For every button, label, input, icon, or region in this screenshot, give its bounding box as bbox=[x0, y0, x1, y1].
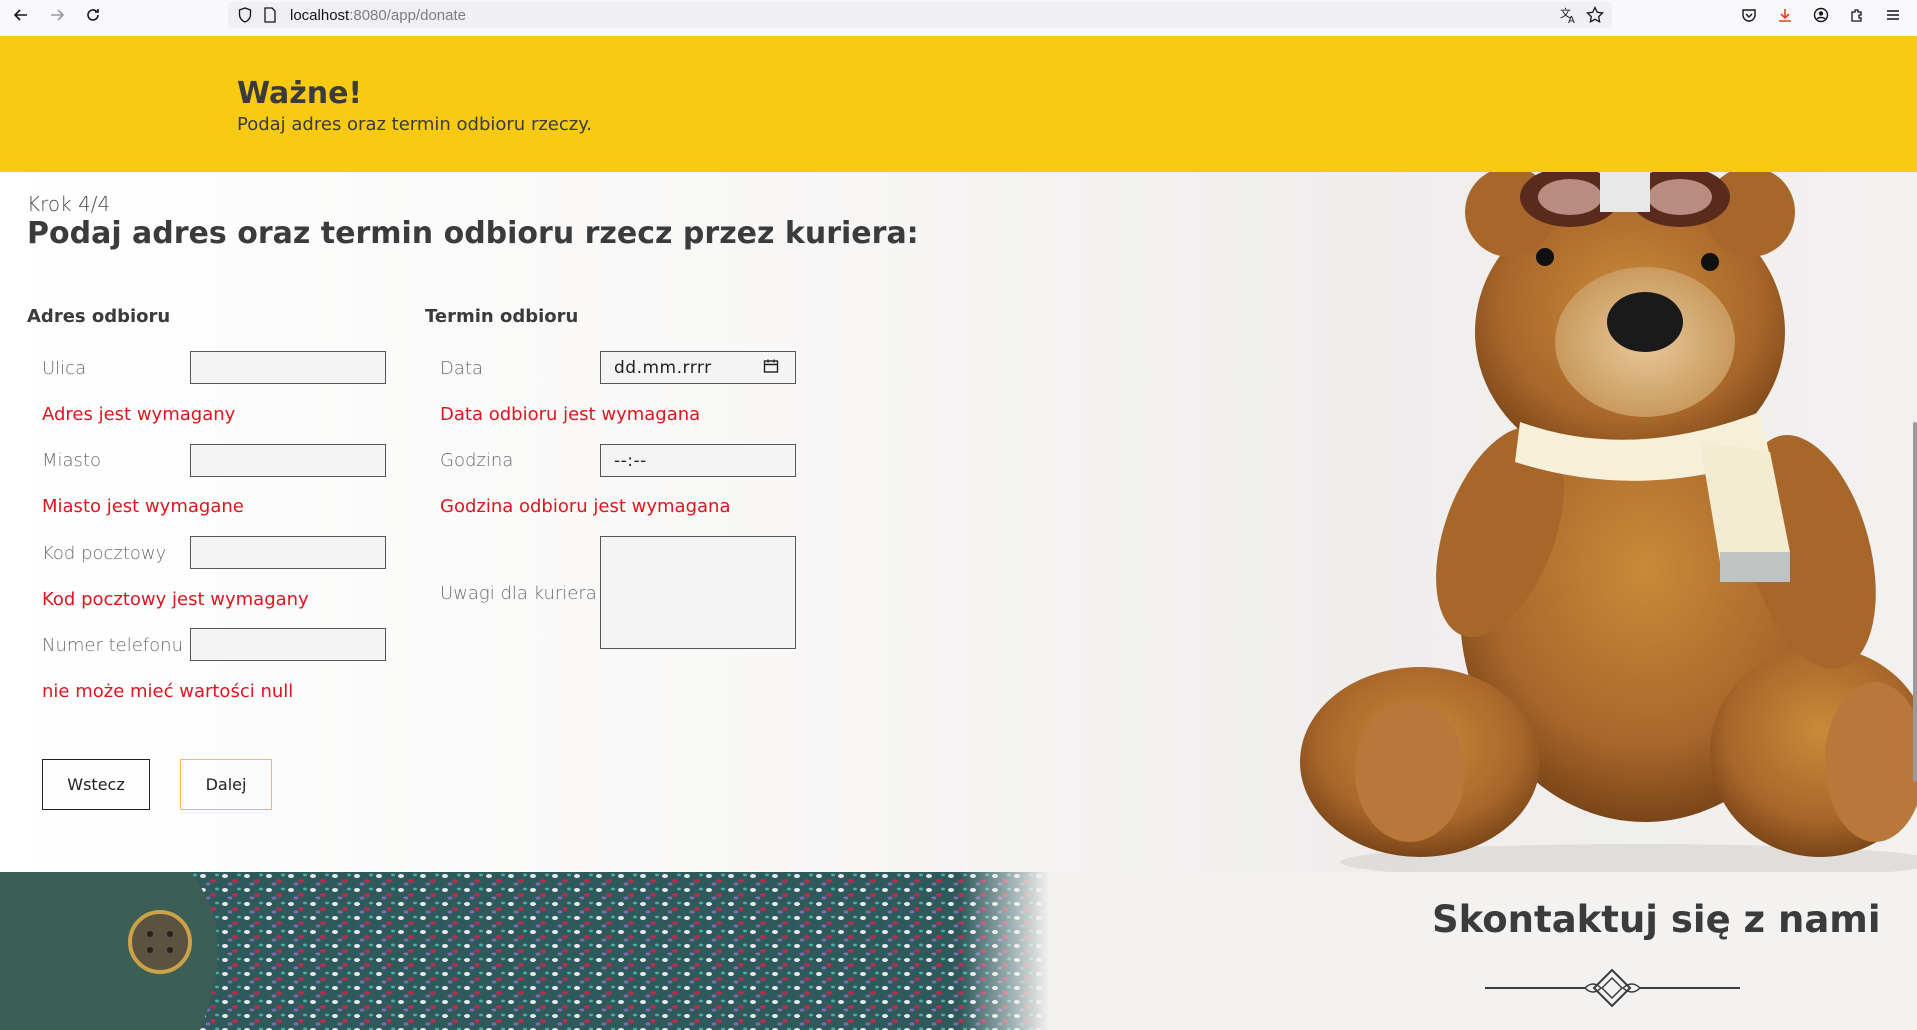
forward-arrow-icon[interactable] bbox=[42, 0, 72, 30]
extensions-icon[interactable] bbox=[1844, 0, 1870, 30]
address-section-title: Adres odbioru bbox=[27, 306, 171, 327]
date-input[interactable]: dd.mm.rrrr bbox=[600, 351, 796, 384]
form-title: Podaj adres oraz termin odbioru rzecz pr… bbox=[27, 216, 919, 251]
time-input[interactable]: --:-- bbox=[600, 444, 796, 477]
next-button[interactable]: Dalej bbox=[180, 759, 272, 810]
account-icon[interactable] bbox=[1808, 0, 1834, 30]
donation-form-section: Krok 4/4 Podaj adres oraz termin odbioru… bbox=[0, 172, 1917, 872]
zip-code-label: Kod pocztowy bbox=[42, 543, 167, 564]
contact-section: Skontaktuj się z nami bbox=[0, 872, 1917, 1030]
time-error: Godzina odbioru jest wymagana bbox=[440, 496, 731, 517]
zip-code-error: Kod pocztowy jest wymagany bbox=[42, 589, 309, 610]
city-error: Miasto jest wymagane bbox=[42, 496, 244, 517]
time-placeholder: --:-- bbox=[614, 451, 647, 471]
phone-input[interactable] bbox=[190, 628, 386, 661]
street-error: Adres jest wymagany bbox=[42, 404, 236, 425]
back-arrow-icon[interactable] bbox=[6, 0, 36, 30]
date-label: Data bbox=[440, 358, 483, 379]
date-error: Data odbioru jest wymagana bbox=[440, 404, 701, 425]
knitted-sweater-image bbox=[0, 872, 1050, 1030]
step-indicator: Krok 4/4 bbox=[27, 192, 111, 216]
browser-toolbar: localhost:8080/app/donate 文A bbox=[0, 0, 1917, 37]
city-label: Miasto bbox=[42, 450, 102, 471]
decorative-ornament-icon bbox=[1485, 968, 1740, 1008]
phone-label: Numer telefonu bbox=[42, 635, 183, 656]
courier-notes-label: Uwagi dla kuriera bbox=[440, 583, 597, 604]
zip-code-input[interactable] bbox=[190, 536, 386, 569]
url-text[interactable]: localhost:8080/app/donate bbox=[290, 7, 466, 24]
courier-notes-textarea[interactable] bbox=[600, 536, 796, 649]
page-scrollbar[interactable] bbox=[1913, 422, 1917, 782]
street-input[interactable] bbox=[190, 351, 386, 384]
shield-icon[interactable] bbox=[238, 7, 252, 28]
page-icon bbox=[264, 7, 276, 28]
notice-title: Ważne! bbox=[237, 76, 363, 111]
notice-text: Podaj adres oraz termin odbioru rzeczy. bbox=[237, 114, 593, 135]
translate-icon[interactable]: 文A bbox=[1560, 6, 1578, 29]
pocket-icon[interactable] bbox=[1736, 0, 1762, 30]
city-input[interactable] bbox=[190, 444, 386, 477]
contact-title: Skontaktuj się z nami bbox=[1432, 898, 1881, 941]
menu-icon[interactable] bbox=[1880, 0, 1906, 30]
star-icon[interactable] bbox=[1586, 5, 1604, 29]
pickup-section-title: Termin odbioru bbox=[425, 306, 579, 327]
date-placeholder: dd.mm.rrrr bbox=[614, 358, 712, 378]
svg-text:A: A bbox=[1568, 15, 1575, 24]
address-bar[interactable]: localhost:8080/app/donate 文A bbox=[228, 2, 1612, 28]
reload-icon[interactable] bbox=[78, 0, 108, 30]
calendar-icon[interactable] bbox=[763, 358, 779, 379]
back-button[interactable]: Wstecz bbox=[42, 759, 150, 810]
important-notice-banner: Ważne! Podaj adres oraz termin odbioru r… bbox=[0, 36, 1917, 172]
time-label: Godzina bbox=[440, 450, 514, 471]
street-label: Ulica bbox=[42, 358, 87, 379]
download-icon[interactable] bbox=[1772, 0, 1798, 30]
teddy-bear-image bbox=[1300, 172, 1917, 872]
phone-error: nie może mieć wartości null bbox=[42, 681, 294, 702]
